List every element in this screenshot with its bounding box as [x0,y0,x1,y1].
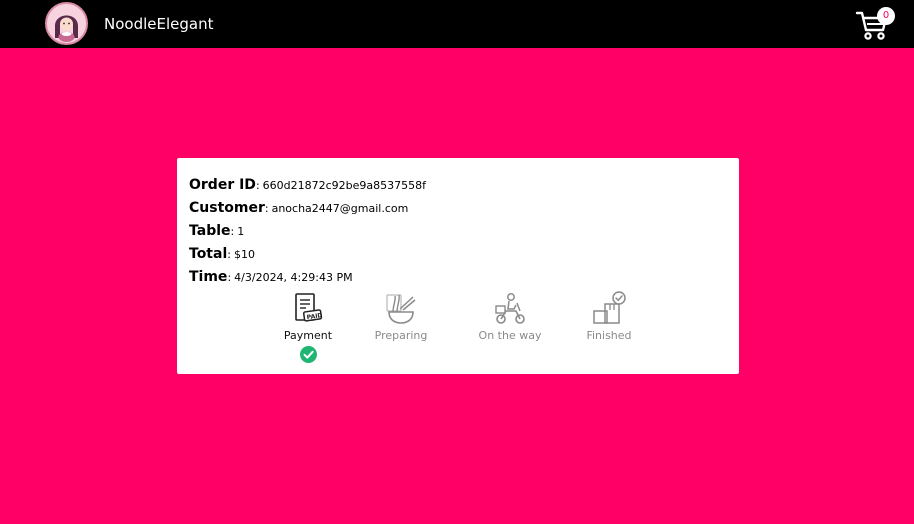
total-row: Total: $10 [189,246,255,266]
table-separator: : [230,225,235,238]
customer-value: anocha2447@gmail.com [271,202,409,215]
cart-count-badge: 0 [877,7,895,25]
delivered-boxes-icon [593,291,626,324]
avatar[interactable] [45,2,88,45]
order-id-row: Order ID: 660d21872c92be9a8537558f [189,177,426,197]
status-step-finished: Finished [564,291,654,342]
customer-separator: : [264,202,269,215]
order-id-label: Order ID [189,177,256,193]
table-label: Table [189,223,231,239]
status-step-on-the-way: On the way [465,291,555,342]
total-value: $10 [233,248,255,261]
check-circle-icon [299,346,317,363]
order-card: Order ID: 660d21872c92be9a8537558f Custo… [177,158,739,374]
customer-row: Customer: anocha2447@gmail.com [189,200,408,220]
total-label: Total [189,246,228,262]
status-step-payment: PAID Payment [263,291,353,363]
svg-text:PAID: PAID [306,312,323,321]
finished-step-label: Finished [586,329,632,342]
top-navbar: NoodleElegant 0 [0,0,914,48]
order-id-separator: : [255,179,260,192]
noodle-bowl-icon [386,294,416,324]
payment-step-label: Payment [283,329,333,342]
paid-receipt-icon: PAID [295,293,323,322]
table-row: Table: 1 [189,223,244,243]
table-value: 1 [237,225,245,238]
noodle-girl-avatar-icon [47,4,86,43]
time-separator: : [227,271,232,284]
time-value: 4/3/2024, 4:29:43 PM [234,271,353,284]
on-the-way-step-label: On the way [478,329,542,342]
brand-title[interactable]: NoodleElegant [104,15,213,33]
delivery-scooter-icon [495,293,525,324]
time-label: Time [189,269,228,285]
preparing-step-label: Preparing [374,329,428,342]
time-row: Time: 4/3/2024, 4:29:43 PM [189,269,353,289]
customer-label: Customer [189,200,265,216]
order-id-value: 660d21872c92be9a8537558f [262,179,427,192]
status-step-preparing: Preparing [356,291,446,342]
total-separator: : [227,248,231,261]
